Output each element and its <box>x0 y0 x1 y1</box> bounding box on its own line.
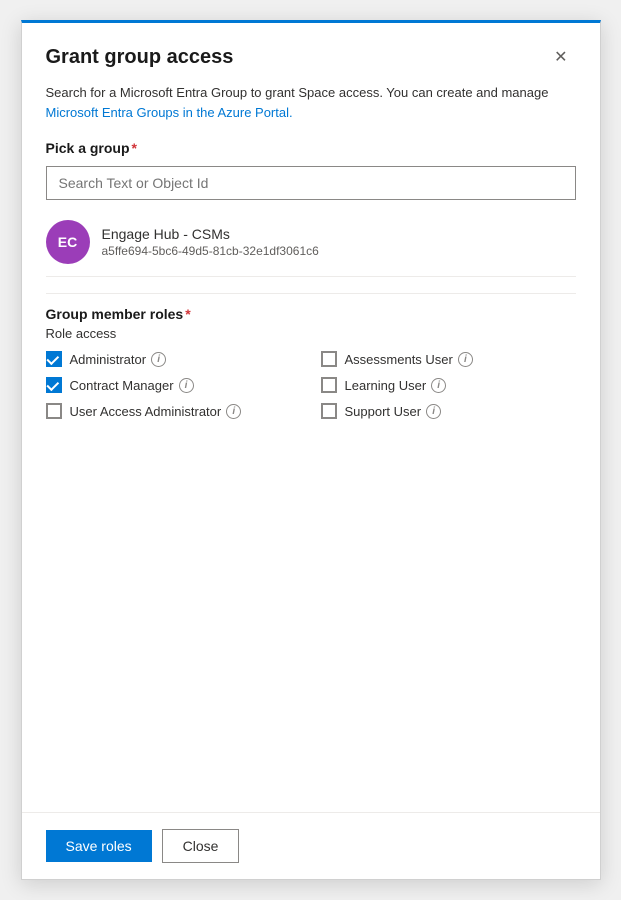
contract-manager-info-icon[interactable]: i <box>179 378 194 393</box>
role-item-learning-user: Learning User i <box>321 377 576 393</box>
roles-grid: Administrator i Assessments User i Contr… <box>46 351 576 419</box>
administrator-label-group: Administrator i <box>70 352 167 367</box>
required-indicator: * <box>132 140 137 156</box>
administrator-info-icon[interactable]: i <box>151 352 166 367</box>
pick-group-label: Pick a group* <box>46 140 576 156</box>
assessments-user-checkbox[interactable] <box>321 351 337 367</box>
role-item-support-user: Support User i <box>321 403 576 419</box>
support-user-checkbox[interactable] <box>321 403 337 419</box>
role-item-assessments-user: Assessments User i <box>321 351 576 367</box>
support-user-label-group: Support User i <box>345 404 442 419</box>
administrator-label: Administrator <box>70 352 147 367</box>
contract-manager-label-group: Contract Manager i <box>70 378 194 393</box>
group-name: Engage Hub - CSMs <box>102 226 576 242</box>
divider <box>46 293 576 294</box>
role-item-contract-manager: Contract Manager i <box>46 377 301 393</box>
user-access-administrator-label: User Access Administrator <box>70 404 222 419</box>
support-user-label: Support User <box>345 404 422 419</box>
modal-body: Search for a Microsoft Entra Group to gr… <box>22 83 600 812</box>
selected-group-item: EC Engage Hub - CSMs a5ffe694-5bc6-49d5-… <box>46 208 576 277</box>
roles-required-indicator: * <box>185 306 190 322</box>
search-input[interactable] <box>46 166 576 200</box>
group-info: Engage Hub - CSMs a5ffe694-5bc6-49d5-81c… <box>102 226 576 258</box>
group-id: a5ffe694-5bc6-49d5-81cb-32e1df3061c6 <box>102 244 576 258</box>
close-icon-button[interactable]: ✕ <box>546 43 575 71</box>
group-avatar: EC <box>46 220 90 264</box>
user-access-administrator-info-icon[interactable]: i <box>226 404 241 419</box>
modal-header: Grant group access ✕ <box>22 23 600 83</box>
assessments-user-label-group: Assessments User i <box>345 352 473 367</box>
close-button[interactable]: Close <box>162 829 240 863</box>
assessments-user-label: Assessments User <box>345 352 453 367</box>
grant-group-access-modal: Grant group access ✕ Search for a Micros… <box>21 20 601 880</box>
support-user-info-icon[interactable]: i <box>426 404 441 419</box>
role-access-label: Role access <box>46 326 576 341</box>
learning-user-label-group: Learning User i <box>345 378 447 393</box>
contract-manager-checkbox[interactable] <box>46 377 62 393</box>
description-text: Search for a Microsoft Entra Group to gr… <box>46 83 576 122</box>
role-item-user-access-administrator: User Access Administrator i <box>46 403 301 419</box>
contract-manager-label: Contract Manager <box>70 378 174 393</box>
learning-user-checkbox[interactable] <box>321 377 337 393</box>
modal-footer: Save roles Close <box>22 812 600 879</box>
assessments-user-info-icon[interactable]: i <box>458 352 473 367</box>
learning-user-label: Learning User <box>345 378 427 393</box>
azure-portal-link[interactable]: Microsoft Entra Groups in the Azure Port… <box>46 105 293 120</box>
group-member-roles-label: Group member roles* <box>46 306 576 322</box>
user-access-administrator-checkbox[interactable] <box>46 403 62 419</box>
modal-title: Grant group access <box>46 46 234 69</box>
administrator-checkbox[interactable] <box>46 351 62 367</box>
save-roles-button[interactable]: Save roles <box>46 830 152 862</box>
learning-user-info-icon[interactable]: i <box>431 378 446 393</box>
role-item-administrator: Administrator i <box>46 351 301 367</box>
user-access-administrator-label-group: User Access Administrator i <box>70 404 242 419</box>
